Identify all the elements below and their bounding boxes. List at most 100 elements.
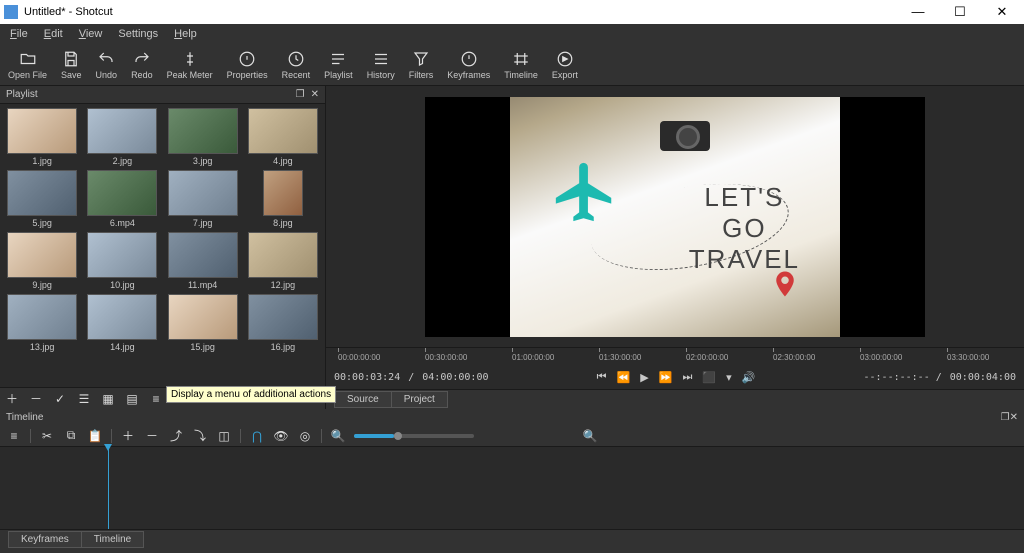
playlist-item[interactable]: 10.jpg xyxy=(84,232,160,290)
tl-menu-icon[interactable]: ≡ xyxy=(6,428,22,444)
tl-remove-icon[interactable]: － xyxy=(144,428,160,444)
total-time: 04:00:00:00 xyxy=(422,372,488,383)
time-divider: / xyxy=(408,372,414,383)
zoom-slider[interactable] xyxy=(354,434,474,438)
inout-time: --:--:--:-- / xyxy=(863,372,941,383)
toolbar: Open File Save Undo Redo Peak Meter Prop… xyxy=(0,44,1024,86)
history-button[interactable]: History xyxy=(367,50,395,80)
timeline-undock-icon[interactable]: ❐ xyxy=(1001,412,1010,423)
playlist-view-icons-icon[interactable]: ▤ xyxy=(124,391,140,407)
undo-button[interactable]: Undo xyxy=(96,50,118,80)
tab-keyframes[interactable]: Keyframes xyxy=(8,531,82,548)
filters-button[interactable]: Filters xyxy=(409,50,434,80)
redo-button[interactable]: Redo xyxy=(131,50,153,80)
playlist-item[interactable]: 2.jpg xyxy=(84,108,160,166)
location-pin-icon xyxy=(770,269,800,307)
keyframes-button[interactable]: Keyframes xyxy=(447,50,490,80)
time-ruler[interactable]: 00:00:00:00 00:30:00:00 01:00:00:00 01:3… xyxy=(326,347,1024,365)
open-file-button[interactable]: Open File xyxy=(8,50,47,80)
tl-scrub-icon[interactable]: 👁 xyxy=(273,428,289,444)
playlist-view-tiles-icon[interactable]: ▦ xyxy=(100,391,116,407)
timeline-close-icon[interactable]: ✕ xyxy=(1010,412,1018,423)
playlist-undock-icon[interactable]: ❐ xyxy=(296,89,305,100)
current-time[interactable]: 00:00:03:24 xyxy=(334,372,400,383)
menubar: File Edit View Settings Help xyxy=(0,24,1024,44)
skip-prev-button[interactable]: ⏮ xyxy=(597,371,607,384)
menu-view[interactable]: View xyxy=(73,26,109,42)
timeline-track[interactable] xyxy=(0,447,1024,529)
playlist-item[interactable]: 14.jpg xyxy=(84,294,160,352)
menu-help[interactable]: Help xyxy=(168,26,203,42)
playlist-close-icon[interactable]: ✕ xyxy=(311,89,319,100)
playlist-remove-button[interactable]: － xyxy=(28,391,44,407)
window-title: Untitled* - Shotcut xyxy=(24,6,906,18)
plane-icon xyxy=(550,157,620,217)
preview-panel: LET'S GO TRAVEL 00:00:00:00 00:30:00:00 … xyxy=(326,86,1024,409)
tl-zoomin-icon[interactable]: 🔍 xyxy=(582,428,598,444)
tab-timeline[interactable]: Timeline xyxy=(81,531,144,548)
camera-graphic xyxy=(660,115,720,155)
properties-button[interactable]: Properties xyxy=(227,50,268,80)
playlist-item[interactable]: 3.jpg xyxy=(165,108,241,166)
playlist-header: Playlist ❐ ✕ xyxy=(0,86,325,104)
tl-paste-icon[interactable]: 📋 xyxy=(87,428,103,444)
playlist-item[interactable]: 4.jpg xyxy=(245,108,321,166)
playlist-item[interactable]: 5.jpg xyxy=(4,170,80,228)
playlist-item[interactable]: 6.mp4 xyxy=(84,170,160,228)
duration-time: 00:00:04:00 xyxy=(950,372,1016,383)
menu-settings[interactable]: Settings xyxy=(112,26,164,42)
tl-snap-icon[interactable]: ⋂ xyxy=(249,428,265,444)
tl-ripple-icon[interactable]: ◎ xyxy=(297,428,313,444)
tl-zoomout-icon[interactable]: 🔍 xyxy=(330,428,346,444)
menu-file[interactable]: File xyxy=(4,26,34,42)
playlist-item[interactable]: 9.jpg xyxy=(4,232,80,290)
save-button[interactable]: Save xyxy=(61,50,82,80)
close-button[interactable]: ✕ xyxy=(990,4,1014,20)
video-frame[interactable]: LET'S GO TRAVEL xyxy=(425,97,925,337)
playlist-item[interactable]: 1.jpg xyxy=(4,108,80,166)
fastfwd-button[interactable]: ⏩ xyxy=(659,371,673,384)
menu-edit[interactable]: Edit xyxy=(38,26,69,42)
titlebar: Untitled* - Shotcut — ☐ ✕ xyxy=(0,0,1024,24)
playlist-grid: 1.jpg 2.jpg 3.jpg 4.jpg 5.jpg 6.mp4 7.jp… xyxy=(0,104,325,387)
playlist-menu-icon[interactable]: ≡ xyxy=(148,391,164,407)
preview-viewport: LET'S GO TRAVEL xyxy=(326,86,1024,347)
skip-next-button[interactable]: ⏭ xyxy=(682,371,692,384)
playhead[interactable] xyxy=(108,447,109,529)
playlist-title: Playlist xyxy=(6,89,38,100)
tl-lift-icon[interactable]: ⤴ xyxy=(168,428,184,444)
playlist-update-button[interactable]: ✓ xyxy=(52,391,68,407)
volume-button[interactable]: 🔊 xyxy=(742,371,756,384)
export-button[interactable]: Export xyxy=(552,50,578,80)
playlist-item[interactable]: 11.mp4 xyxy=(165,232,241,290)
timeline-title: Timeline xyxy=(6,412,43,423)
peak-meter-button[interactable]: Peak Meter xyxy=(167,50,213,80)
playlist-view-details-icon[interactable]: ☰ xyxy=(76,391,92,407)
playlist-item[interactable]: 12.jpg xyxy=(245,232,321,290)
tl-cut-icon[interactable]: ✂ xyxy=(39,428,55,444)
transport-bar: 00:00:03:24 / 04:00:00:00 ⏮ ⏪ ▶ ⏩ ⏭ ⬛ ▾ … xyxy=(326,365,1024,389)
tab-project[interactable]: Project xyxy=(391,391,448,408)
tl-append-icon[interactable]: ＋ xyxy=(120,428,136,444)
timeline-panel: Timeline ❐✕ ≡ ✂ ⧉ 📋 ＋ － ⤴ ⤵ ◫ ⋂ 👁 ◎ 🔍 🔍 … xyxy=(0,409,1024,549)
playlist-item[interactable]: 16.jpg xyxy=(245,294,321,352)
playlist-add-button[interactable]: ＋ xyxy=(4,391,20,407)
tl-split-icon[interactable]: ◫ xyxy=(216,428,232,444)
play-button[interactable]: ▶ xyxy=(640,371,648,384)
rewind-button[interactable]: ⏪ xyxy=(617,371,631,384)
timeline-button[interactable]: Timeline xyxy=(504,50,538,80)
playlist-panel: Playlist ❐ ✕ 1.jpg 2.jpg 3.jpg 4.jpg 5.jp… xyxy=(0,86,326,409)
recent-button[interactable]: Recent xyxy=(282,50,311,80)
playlist-button[interactable]: Playlist xyxy=(324,50,353,80)
tab-source[interactable]: Source xyxy=(334,391,392,408)
playlist-item[interactable]: 7.jpg xyxy=(165,170,241,228)
loop-button[interactable]: ▾ xyxy=(726,371,732,384)
playlist-item[interactable]: 13.jpg xyxy=(4,294,80,352)
maximize-button[interactable]: ☐ xyxy=(948,4,972,20)
playlist-item[interactable]: 15.jpg xyxy=(165,294,241,352)
tl-overwrite-icon[interactable]: ⤵ xyxy=(192,428,208,444)
stop-button[interactable]: ⬛ xyxy=(702,371,716,384)
playlist-item[interactable]: 8.jpg xyxy=(245,170,321,228)
minimize-button[interactable]: — xyxy=(906,4,930,20)
tl-copy-icon[interactable]: ⧉ xyxy=(63,428,79,444)
